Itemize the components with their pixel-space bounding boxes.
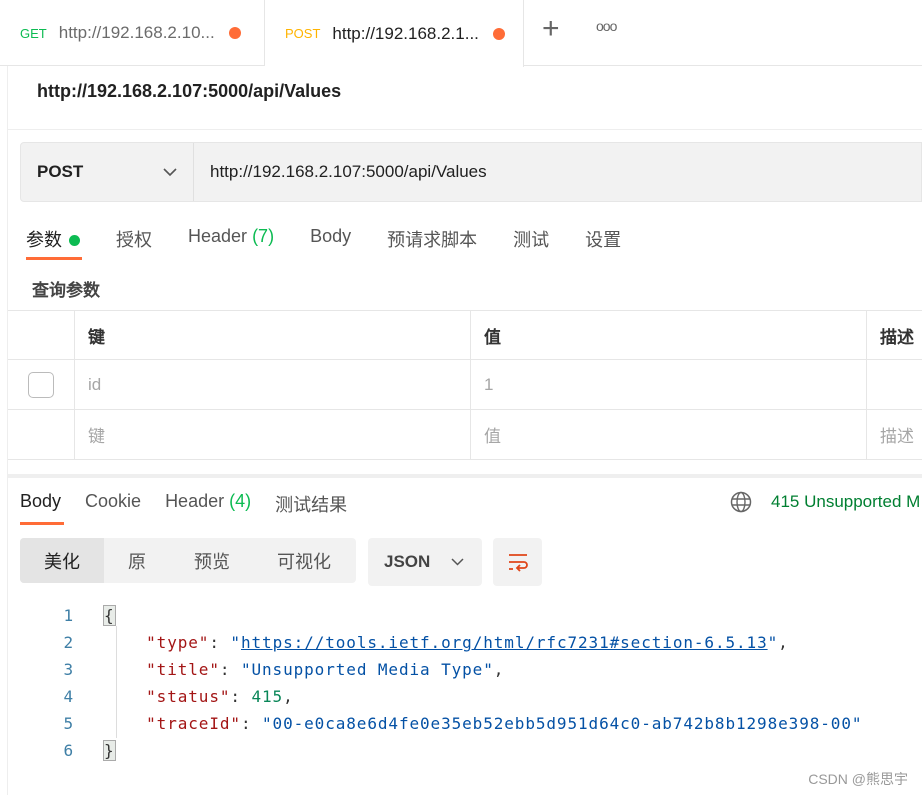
panel-divider[interactable] [8, 474, 922, 478]
url-input[interactable]: http://192.168.2.107:5000/api/Values [194, 162, 487, 182]
value-input[interactable]: 1 [471, 360, 867, 409]
view-raw-button[interactable]: 原 [104, 538, 170, 583]
json-key: "title" [146, 660, 220, 679]
line-number: 1 [63, 606, 74, 625]
response-tabs: Body Cookie Header (4) 测试结果 [20, 491, 383, 525]
tab-label: http://192.168.2.1... [332, 23, 479, 43]
code-line: 4 "status": 415, [0, 683, 862, 710]
view-visualize-button[interactable]: 可视化 [254, 538, 354, 583]
type-link[interactable]: https://tools.ietf.org/html/rfc7231#sect… [241, 633, 768, 652]
code-line: 2 "type": "https://tools.ietf.org/html/r… [0, 629, 862, 656]
description-input[interactable] [867, 360, 922, 409]
chevron-down-icon [451, 558, 464, 566]
active-tab-underline [20, 522, 64, 525]
column-header-key: 键 [75, 311, 471, 359]
header-count: (4) [229, 491, 252, 511]
tab-bar: GET http://192.168.2.10... POST http://1… [0, 0, 922, 67]
request-tabs: 参数 授权 Header (7) Body 预请求脚本 测试 设置 [26, 226, 657, 260]
wrap-lines-button[interactable] [493, 538, 542, 586]
unsaved-dot-icon [492, 27, 505, 40]
method-label: GET [20, 25, 47, 41]
line-number: 3 [63, 660, 74, 679]
tab-params[interactable]: 参数 [26, 226, 82, 260]
watermark: CSDN @熊思宇 [808, 771, 908, 787]
json-string: "00-e0ca8e6d4fe0e35eb52ebb5d951d64c0-ab7… [262, 714, 863, 733]
request-title: http://192.168.2.107:5000/api/Values [37, 81, 342, 101]
open-brace: { [103, 605, 116, 626]
tab-label: 参数 [26, 230, 62, 250]
key-placeholder[interactable]: 键 [75, 410, 471, 459]
response-status[interactable]: 415 Unsupported M [771, 492, 920, 512]
tab-tests[interactable]: 测试 [513, 226, 549, 252]
tab-auth[interactable]: 授权 [116, 226, 152, 252]
line-number: 2 [63, 633, 74, 652]
query-params-title: 查询参数 [32, 281, 100, 300]
tab-label: Header [188, 226, 248, 246]
json-key: "traceId" [146, 714, 241, 733]
wrap-lines-icon [508, 554, 528, 572]
column-header-description: 描述 [880, 327, 914, 347]
tab-test-results[interactable]: 测试结果 [275, 491, 347, 517]
view-pretty-button[interactable]: 美化 [20, 538, 104, 583]
code-line: 3 "title": "Unsupported Media Type", [0, 656, 862, 683]
row-checkbox[interactable] [28, 371, 54, 398]
json-key: "type" [146, 633, 210, 652]
tab-prescript[interactable]: 预请求脚本 [387, 226, 477, 252]
tab-cookie[interactable]: Cookie [85, 491, 141, 517]
request-bar: POST http://192.168.2.107:5000/api/Value… [20, 142, 922, 202]
code-line: 6} [0, 737, 862, 764]
code-line: 1{ [0, 602, 862, 629]
table-header: 键 值 描述 [8, 310, 922, 360]
chevron-down-icon [163, 167, 177, 176]
response-body-code: 1{ 2 "type": "https://tools.ietf.org/htm… [0, 602, 862, 764]
divider [8, 129, 922, 130]
unsaved-dot-icon [228, 27, 241, 39]
line-number: 4 [63, 687, 74, 706]
line-number: 5 [63, 714, 74, 733]
active-tab-underline [26, 257, 82, 260]
tab-post[interactable]: POST http://192.168.2.1... [265, 0, 524, 67]
column-header-value: 值 [471, 311, 867, 359]
new-tab-plus-icon[interactable]: + [542, 12, 560, 46]
line-number: 6 [63, 741, 74, 760]
active-dot-icon [69, 235, 80, 246]
format-select[interactable]: JSON [368, 538, 482, 586]
method-select[interactable]: POST [21, 143, 194, 201]
tab-settings[interactable]: 设置 [585, 226, 621, 252]
tab-get[interactable]: GET http://192.168.2.10... [0, 0, 265, 66]
view-mode-group: 美化 原 预览 可视化 [20, 538, 356, 583]
tab-label: Body [20, 491, 62, 511]
table-row-new: 键 值 描述 [8, 410, 922, 460]
tab-response-header[interactable]: Header (4) [165, 491, 251, 517]
query-params-table: 键 值 描述 id 1 键 值 描述 [8, 310, 922, 460]
method-value: POST [37, 162, 84, 181]
tab-body[interactable]: Body [310, 226, 351, 252]
value-placeholder[interactable]: 值 [471, 410, 867, 459]
close-brace: } [103, 740, 116, 761]
tab-header[interactable]: Header (7) [188, 226, 274, 252]
tab-response-body[interactable]: Body [20, 491, 64, 525]
tab-label: http://192.168.2.10... [58, 23, 215, 42]
key-input[interactable]: id [75, 360, 471, 409]
json-number: 415 [251, 687, 284, 706]
json-key: "status" [146, 687, 231, 706]
globe-icon[interactable] [730, 491, 752, 513]
tab-label: Header [165, 491, 225, 511]
view-preview-button[interactable]: 预览 [170, 538, 254, 583]
header-count: (7) [252, 226, 275, 246]
method-label: POST [285, 26, 321, 41]
format-value: JSON [384, 552, 431, 571]
description-placeholder[interactable]: 描述 [867, 410, 922, 459]
code-line: 5 "traceId": "00-e0ca8e6d4fe0e35eb52ebb5… [0, 710, 862, 737]
table-row: id 1 [8, 360, 922, 410]
json-string: "Unsupported Media Type" [240, 660, 494, 679]
more-options-icon[interactable]: ooo [596, 18, 617, 34]
